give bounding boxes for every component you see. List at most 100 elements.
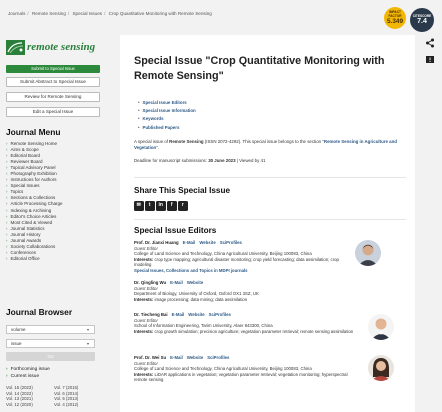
volume-link[interactable]: Vol. 6 (2014) (54, 391, 78, 396)
editor-photo (368, 314, 394, 340)
volume-link[interactable]: Vol. 15 (2023) (6, 385, 33, 390)
breadcrumb-current: Crop Quantitative Monitoring with Remote… (108, 11, 212, 16)
journal-menu-title: Journal Menu (6, 127, 61, 137)
journal-name[interactable]: Remote Sensing (169, 139, 203, 144)
journal-logo[interactable]: remote sensing (6, 38, 102, 58)
editor-entry: Dr. Tiecheng Bai E-Mail Website SciProfiles… (134, 312, 356, 334)
editor-email-link[interactable]: E-Mail (183, 240, 196, 245)
share-icon[interactable] (425, 38, 435, 48)
editor-role: Guest Editor (134, 317, 158, 323)
divider (134, 219, 406, 220)
citescore-value: 7.4 (417, 18, 427, 25)
share-title: Share This Special Issue (134, 186, 231, 195)
remote-sensing-logo-icon (6, 40, 25, 55)
menu-item[interactable]: Editorial Office (6, 256, 63, 262)
editor-name: Dr. Tiecheng Bai (134, 312, 168, 317)
go-button[interactable]: Go (6, 352, 95, 361)
editor-website-link[interactable]: Website (188, 312, 204, 317)
editors-title: Special Issue Editors (134, 226, 217, 235)
interests-label: Interests: (134, 296, 154, 302)
editor-website-link[interactable]: Website (199, 240, 215, 245)
breadcrumb: Journals / Remote Sensing / Special Issues… (8, 11, 214, 16)
editor-website-link[interactable]: Website (187, 355, 203, 360)
current-issue-link[interactable]: Current issue (6, 374, 40, 379)
editor-email-link[interactable]: E-Mail (170, 280, 183, 285)
editor-interests: LiDAR applications in vegetation; vegeta… (134, 371, 348, 383)
editor-role: Guest Editor (134, 245, 158, 251)
menu-item[interactable]: Society Collaborations (6, 244, 63, 250)
breadcrumb-separator: / (27, 11, 29, 16)
volume-link[interactable]: Vol. 5 (2013) (54, 396, 78, 401)
editor-name: Dr. Qingling Wu (134, 280, 167, 285)
editor-entry: Dr. Qingling Wu E-Mail Website Guest Edito… (134, 280, 356, 302)
editor-special-issues-link[interactable]: Special Issues, Collections and Topics i… (134, 268, 248, 273)
breadcrumb-separator: / (104, 11, 106, 16)
section-link-editors[interactable]: Special Issue Editors (138, 99, 196, 107)
volume-link[interactable]: Vol. 13 (2021) (6, 396, 33, 401)
menu-item[interactable]: Editor's Choice Articles (6, 214, 63, 220)
editor-photo (368, 355, 394, 381)
submit-to-special-issue-button[interactable]: Submit to Special Issue (6, 65, 100, 73)
flag-icon[interactable] (425, 55, 435, 65)
twitter-icon[interactable]: t (145, 201, 155, 211)
forthcoming-issue-link[interactable]: Forthcoming issue (6, 367, 50, 372)
chevron-down-icon: ▾ (86, 341, 89, 346)
editor-interests: image processing; data mining; data assi… (153, 296, 248, 302)
linkedin-icon[interactable]: in (156, 201, 166, 211)
volume-link[interactable]: Vol. 12 (2020) (6, 402, 33, 407)
editor-affiliation: College of Land Science and Technology, … (134, 366, 312, 372)
deadline-value: 30 June 2023 (208, 158, 236, 163)
editor-email-link[interactable]: E-Mail (170, 355, 183, 360)
main-content: Special Issue "Crop Quantitative Monitor… (120, 35, 415, 412)
editor-sciprofiles-link[interactable]: SciProfiles (220, 240, 242, 245)
reddit-icon[interactable]: r (178, 201, 188, 211)
editor-entry: Prof. Dr. Jianxi Huang E-Mail Website SciPr… (134, 240, 356, 274)
deadline-text: Deadline for manuscript submissions: 30 … (134, 158, 266, 163)
issue-select-value: issue (11, 341, 22, 346)
editor-affiliation: College of Land Science and Technology, … (134, 251, 312, 257)
breadcrumb-journals[interactable]: Journals (8, 11, 25, 16)
sidebar: remote sensing Submit to Special Issue S… (0, 30, 110, 412)
volume-link[interactable]: Vol. 4 (2012) (54, 402, 78, 407)
editor-sciprofiles-link[interactable]: SciProfiles (207, 355, 229, 360)
facebook-icon[interactable]: f (167, 201, 177, 211)
section-link-information[interactable]: Special Issue Information (138, 107, 196, 115)
editor-sciprofiles-link[interactable]: SciProfiles (209, 312, 231, 317)
impact-factor-label: IMPACT FACTOR (388, 10, 402, 18)
page-title: Special Issue "Crop Quantitative Monitor… (134, 55, 385, 82)
section-link-papers[interactable]: Published Papers (138, 124, 196, 132)
editor-photo (355, 240, 381, 266)
menu-item[interactable]: Article Processing Charge (6, 201, 63, 207)
editor-name: Prof. Dr. Wei Su (134, 355, 167, 360)
editor-website-link[interactable]: Website (187, 280, 203, 285)
submit-abstract-button[interactable]: Submit Abstract to Special Issue (6, 77, 100, 87)
section-links: Special Issue Editors Special Issue Info… (138, 99, 196, 132)
editor-entry: Prof. Dr. Wei Su E-Mail Website SciProfiles… (134, 355, 356, 383)
logo-text: remote sensing (27, 41, 96, 53)
editor-affiliation: Department of Biology, University of Oxf… (134, 291, 259, 297)
issue-select[interactable]: issue ▾ (6, 339, 95, 348)
breadcrumb-special-issues[interactable]: Special Issues (72, 11, 102, 16)
interests-label: Interests: (134, 328, 154, 334)
edit-special-issue-button[interactable]: Edit a Special Issue (6, 107, 100, 117)
impact-factor-badge[interactable]: IMPACT FACTOR 5.349 (384, 7, 406, 29)
review-button[interactable]: Review for Remote Sensing (6, 92, 100, 102)
impact-factor-value: 5.349 (387, 18, 403, 26)
editor-interests: crop type mapping; agricultural disaster… (134, 256, 339, 268)
email-icon[interactable]: ✉ (134, 201, 144, 211)
interests-label: Interests: (134, 256, 154, 262)
breadcrumb-remote-sensing[interactable]: Remote Sensing (32, 11, 66, 16)
editor-affiliation: School of Information Engineering, Tarim… (134, 323, 273, 329)
editor-email-link[interactable]: E-Mail (172, 312, 185, 317)
chevron-down-icon: ▾ (86, 327, 89, 332)
citescore-badge[interactable]: CITESCORE 7.4 (410, 8, 434, 32)
breadcrumb-separator: / (67, 11, 70, 16)
section-link-keywords[interactable]: Keywords (138, 115, 196, 123)
volume-select[interactable]: volume ▾ (6, 325, 95, 334)
volume-link[interactable]: Vol. 7 (2015) (54, 385, 78, 390)
interests-label: Interests: (134, 371, 154, 377)
journal-browser-title: Journal Browser (6, 307, 73, 317)
journal-menu: Remote Sensing Home Aims & Scope Editori… (6, 141, 63, 262)
volume-link[interactable]: Vol. 14 (2022) (6, 391, 33, 396)
divider (134, 177, 406, 178)
